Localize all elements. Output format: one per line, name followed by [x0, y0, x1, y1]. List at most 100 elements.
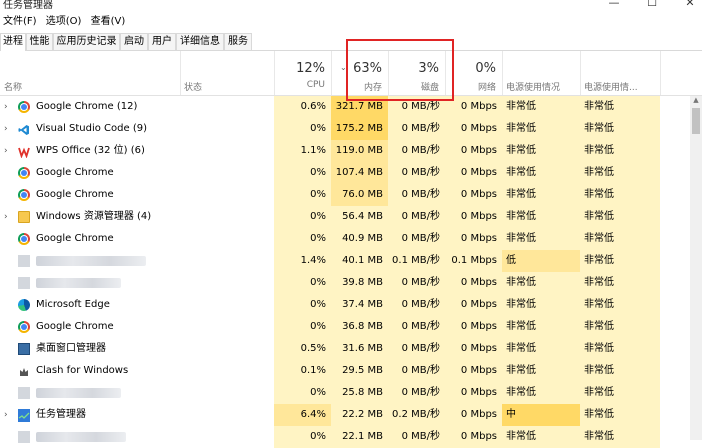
process-name-cell: › 任务管理器: [0, 404, 180, 426]
disk-cell: 0 MB/秒: [388, 118, 445, 140]
process-row[interactable]: 1.4% 40.1 MB 0.1 MB/秒 0.1 Mbps 低非常低: [0, 250, 690, 272]
wps-office-icon: [18, 145, 30, 159]
memory-cell: 22.1 MB: [331, 426, 388, 448]
disk-cell: 0 MB/秒: [388, 338, 445, 360]
status-cell: [180, 382, 274, 404]
header-status[interactable]: 状态: [180, 51, 275, 95]
process-name-cell: Google Chrome: [0, 184, 180, 206]
cpu-cell: 0%: [274, 118, 331, 140]
network-cell: 0 Mbps: [445, 404, 502, 426]
cpu-cell: 0%: [274, 272, 331, 294]
windows-explorer-icon: [18, 211, 30, 223]
expand-chevron-icon[interactable]: ›: [4, 404, 14, 426]
task-manager-icon: [18, 409, 30, 422]
menu-options[interactable]: 选项(O): [46, 14, 82, 30]
process-row[interactable]: Google Chrome 0% 36.8 MB 0 MB/秒 0 Mbps 非常低 非常低: [0, 316, 690, 338]
cpu-cell: 0%: [274, 162, 331, 184]
process-row[interactable]: › 任务管理器 6.4% 22.2 MB 0.2 MB/秒 0 Mbps 中非常低: [0, 404, 690, 426]
power-cell: 中: [502, 404, 580, 426]
menu-view[interactable]: 查看(V): [91, 14, 126, 30]
cpu-cell: 1.1%: [274, 140, 331, 162]
blurred-icon: [18, 387, 30, 399]
header-name[interactable]: 名称: [0, 51, 181, 95]
power-cell: 非常低: [502, 162, 580, 184]
expand-chevron-icon[interactable]: ›: [4, 140, 14, 162]
process-name-cell: 桌面窗口管理器: [0, 338, 180, 360]
expand-chevron-icon[interactable]: ›: [4, 206, 14, 228]
redacted-name-placeholder: [36, 388, 121, 398]
tab-services[interactable]: 服务: [224, 33, 252, 50]
header-power-label: 电源使用情况: [506, 83, 561, 93]
process-row[interactable]: › Google Chrome (12) 0.6% 321.7 MB 0 MB/秒 0 M…: [0, 96, 690, 118]
power-cell: 非常低: [502, 272, 580, 294]
disk-cell: 0 MB/秒: [388, 382, 445, 404]
header-cpu[interactable]: 12% CPU: [274, 51, 332, 95]
process-name-cell: › WPS Office (32 位) (6): [0, 140, 180, 162]
process-row[interactable]: Clash for Windows 0.1% 29.5 MB 0 MB/秒 0 Mbps…: [0, 360, 690, 382]
process-row[interactable]: › Windows 资源管理器 (4) 0% 56.4 MB 0 MB/秒 0 Mbps 非…: [0, 206, 690, 228]
network-cell: 0 Mbps: [445, 228, 502, 250]
cpu-cell: 1.4%: [274, 250, 331, 272]
power-trend-cell: 非常低: [580, 118, 660, 140]
cpu-cell: 0%: [274, 316, 331, 338]
process-name-label: Windows 资源管理器 (4): [36, 211, 152, 222]
process-row[interactable]: 0% 39.8 MB 0 MB/秒 0 Mbps 非常低 非常低: [0, 272, 690, 294]
cpu-cell: 6.4%: [274, 404, 331, 426]
cpu-cell: 0%: [274, 228, 331, 250]
menu-file[interactable]: 文件(F): [3, 14, 37, 30]
process-name-label: WPS Office (32 位) (6): [36, 145, 145, 156]
tab-details[interactable]: 详细信息: [176, 33, 224, 50]
expand-chevron-icon[interactable]: ›: [4, 118, 14, 140]
process-name-label: Google Chrome (12): [36, 101, 138, 112]
status-cell: [180, 272, 274, 294]
tab-users[interactable]: 用户: [148, 33, 176, 50]
power-cell: 非常低: [502, 118, 580, 140]
process-name-cell: Google Chrome: [0, 228, 180, 250]
header-power[interactable]: 电源使用情况: [502, 51, 581, 95]
close-button[interactable]: ✕: [680, 0, 700, 9]
tab-performance[interactable]: 性能: [26, 33, 53, 50]
power-cell: 非常低: [502, 184, 580, 206]
power-trend-cell: 非常低: [580, 382, 660, 404]
process-row[interactable]: Google Chrome 0% 107.4 MB 0 MB/秒 0 Mbps 非常低 非常…: [0, 162, 690, 184]
clash-icon: [18, 365, 30, 377]
process-row[interactable]: Microsoft Edge 0% 37.4 MB 0 MB/秒 0 Mbps 非常低 非常…: [0, 294, 690, 316]
chrome-icon: [18, 167, 30, 179]
expand-chevron-icon[interactable]: ›: [4, 96, 14, 118]
cpu-cell: 0%: [274, 426, 331, 448]
power-cell: 非常低: [502, 360, 580, 382]
tab-app-history[interactable]: 应用历史记录: [53, 33, 120, 50]
tab-startup[interactable]: 启动: [120, 33, 148, 50]
network-cell: 0.1 Mbps: [445, 250, 502, 272]
process-row[interactable]: 桌面窗口管理器 0.5% 31.6 MB 0 MB/秒 0 Mbps 非常低 非常低: [0, 338, 690, 360]
process-row[interactable]: Google Chrome 0% 40.9 MB 0 MB/秒 0 Mbps 非常低 非常低: [0, 228, 690, 250]
desktop-window-manager-icon: [18, 343, 30, 355]
minimize-button[interactable]: —: [604, 0, 624, 9]
process-name-cell: Clash for Windows: [0, 360, 180, 382]
header-power-trend[interactable]: 电源使用情...: [580, 51, 661, 95]
tab-processes[interactable]: 进程: [0, 33, 26, 51]
blurred-icon: [18, 277, 30, 289]
cpu-cell: 0%: [274, 382, 331, 404]
scroll-up-icon[interactable]: ▲: [692, 96, 700, 104]
network-cell: 0 Mbps: [445, 338, 502, 360]
process-row[interactable]: 0% 25.8 MB 0 MB/秒 0 Mbps 非常低 非常低: [0, 382, 690, 404]
scroll-thumb[interactable]: [692, 108, 700, 134]
process-row[interactable]: › Visual Studio Code (9) 0% 175.2 MB 0 MB/秒 0…: [0, 118, 690, 140]
process-row[interactable]: 0% 22.1 MB 0 MB/秒 0 Mbps 非常低 非常低: [0, 426, 690, 448]
redacted-name-placeholder: [36, 278, 121, 288]
disk-cell: 0 MB/秒: [388, 272, 445, 294]
power-trend-cell: 非常低: [580, 316, 660, 338]
process-name-cell: [0, 272, 180, 294]
process-name-cell: › Visual Studio Code (9): [0, 118, 180, 140]
network-cell: 0 Mbps: [445, 162, 502, 184]
status-cell: [180, 184, 274, 206]
vertical-scrollbar[interactable]: ▲: [690, 96, 702, 440]
disk-cell: 0 MB/秒: [388, 426, 445, 448]
process-name-cell: › Google Chrome (12): [0, 96, 180, 118]
maximize-button[interactable]: ☐: [642, 0, 662, 9]
process-row[interactable]: › WPS Office (32 位) (6) 1.1% 119.0 MB 0 MB/秒…: [0, 140, 690, 162]
status-cell: [180, 228, 274, 250]
memory-cell: 107.4 MB: [331, 162, 388, 184]
process-row[interactable]: Google Chrome 0% 76.0 MB 0 MB/秒 0 Mbps 非常低 非常低: [0, 184, 690, 206]
